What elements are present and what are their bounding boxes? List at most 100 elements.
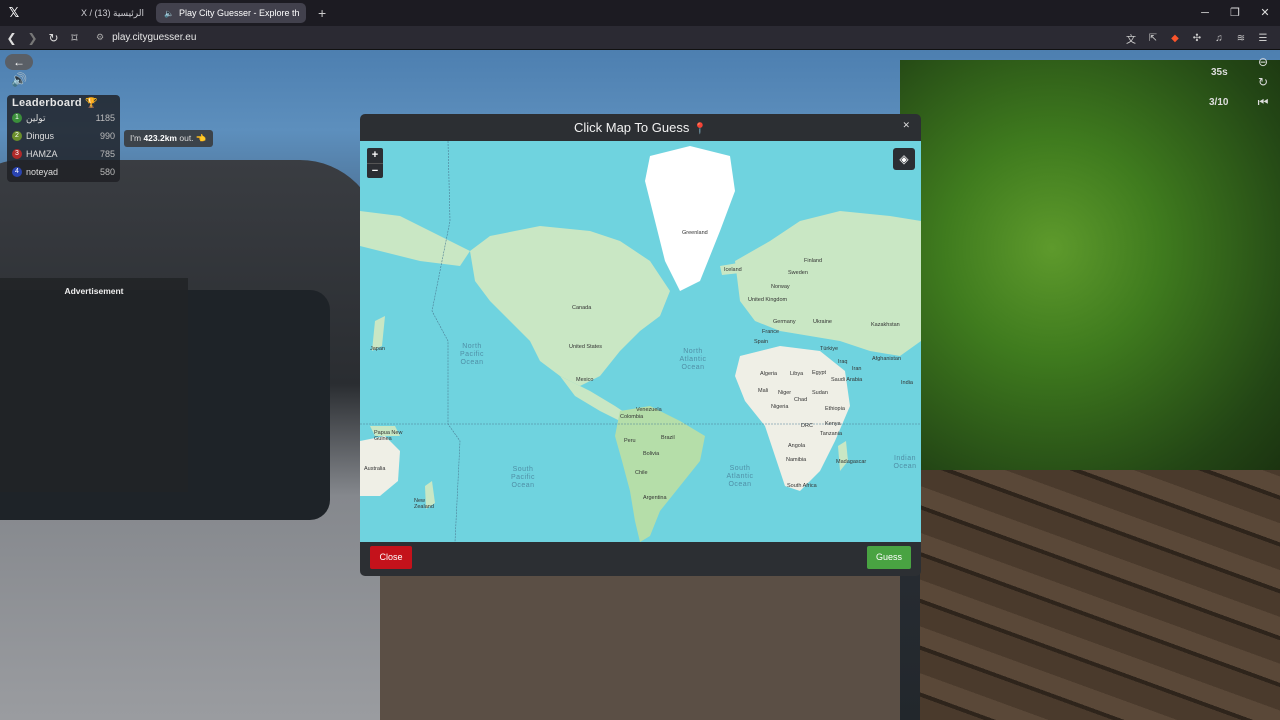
map-label: Nigeria [771, 404, 789, 410]
world-map[interactable]: + − ◈ Greenland Iceland Canada United St… [360, 141, 921, 542]
refresh-icon[interactable]: ↻ [1256, 75, 1270, 95]
exit-back-button[interactable]: ← [5, 54, 33, 70]
player-name: Dingus [26, 131, 55, 141]
map-label: Norway [771, 284, 790, 290]
tab-x-home[interactable]: X / الرئيسية (13) [28, 3, 152, 23]
player-name: HAMZA [26, 149, 58, 159]
music-icon[interactable]: ♫ [1208, 33, 1230, 44]
map-label: Sweden [788, 270, 808, 276]
map-label: Australia [364, 466, 386, 472]
map-label: Saudi Arabia [831, 377, 863, 383]
ocean-label: South Atlantic Ocean [726, 465, 754, 488]
modal-close-icon[interactable]: ✕ [902, 120, 910, 131]
map-label: Iran [852, 366, 862, 372]
map-label: France [762, 329, 780, 335]
leaderboard: Leaderboard 🏆 1 تولين 1185 2 Dingus 990 … [7, 95, 120, 182]
menu-icon[interactable]: ☰ [1252, 33, 1274, 44]
player-name: تولين [26, 112, 46, 123]
timer: 35s [1211, 67, 1228, 78]
stone-wall-image [920, 470, 1280, 720]
tab-label: Play City Guesser - Explore th [178, 8, 300, 18]
skip-back-icon[interactable]: ⏮ [1256, 95, 1270, 115]
tab-close-icon[interactable]: ✕ [300, 7, 307, 20]
modal-title: Click Map To Guess 📍 [574, 120, 707, 135]
map-label: Afghanistan [872, 356, 902, 362]
back-icon[interactable]: ❮ [2, 31, 21, 45]
map-label: United States [569, 344, 603, 350]
leaderboard-row: 4 noteyad 580 [12, 163, 115, 181]
close-button[interactable]: Close [370, 546, 412, 569]
reload-icon[interactable]: ↻ [44, 31, 63, 45]
map-label: Madagascar [836, 459, 867, 465]
player-score: 990 [99, 131, 115, 141]
toolbar-icons: 文 ⇱ ◆ ✣ ♫ ≋ ☰ [1120, 26, 1274, 50]
map-label: Bolivia [643, 451, 660, 457]
tab-city-guesser[interactable]: 🔈 Play City Guesser - Explore th ✕ [156, 3, 306, 23]
ocean-label: Indian Ocean [893, 455, 917, 470]
distance-tooltip: I'm 423.2km out. 👈 [124, 130, 213, 147]
map-label: Libya [790, 371, 804, 377]
tab-label: X / الرئيسية (13) [80, 7, 144, 18]
map-label: Argentina [643, 495, 667, 501]
zoom-in-button[interactable]: + [367, 148, 383, 163]
browser-tab-bar: 𝕏 X / الرئيسية (13) 🔈 Play City Guesser … [0, 0, 1280, 26]
layers-icon[interactable]: ◈ [893, 148, 915, 170]
rank-badge: 4 [12, 167, 22, 177]
map-label: India [901, 380, 913, 386]
map-label: Chile [635, 470, 648, 476]
speaker-icon: 🔈 [164, 8, 174, 18]
map-label: New Zealand [414, 498, 434, 510]
player-name: noteyad [26, 167, 59, 177]
distance-value: 423.2km [143, 133, 177, 143]
leaderboard-title: Leaderboard 🏆 [12, 97, 99, 109]
map-label: Greenland [682, 230, 708, 236]
map-label: Tanzania [820, 431, 843, 437]
ocean-label: North Pacific Ocean [459, 343, 485, 366]
brave-shield-icon[interactable]: ◆ [1164, 33, 1186, 44]
map-label: Sudan [812, 390, 828, 396]
map-label: Canada [572, 305, 592, 311]
map-landmasses [360, 141, 921, 542]
zoom-out-circle-icon[interactable]: ⊖ [1256, 55, 1270, 75]
player-score: 580 [99, 167, 115, 177]
map-label: Mali [758, 388, 769, 394]
advertisement-label: Advertisement [64, 286, 124, 296]
map-label: Angola [788, 443, 806, 449]
map-label: Türkiye [820, 346, 839, 352]
ocean-label: North Atlantic Ocean [679, 348, 707, 371]
map-label: Ethiopia [825, 406, 845, 412]
minimize-icon[interactable]: ─ [1190, 0, 1220, 26]
restore-icon[interactable]: ❐ [1220, 0, 1250, 26]
extensions-icon[interactable]: ✣ [1186, 33, 1208, 44]
road-image [380, 570, 900, 720]
map-label: DRC [801, 423, 813, 429]
zoom-out-button[interactable]: − [367, 163, 383, 178]
leaderboard-row: 1 تولين 1185 [12, 109, 115, 127]
trophy-icon: 🏆 [85, 98, 99, 109]
site-settings-icon[interactable]: ⚙ [96, 32, 104, 43]
player-score: 785 [99, 149, 115, 159]
bookmark-icon[interactable]: ⌑ [65, 31, 84, 45]
map-label: Mexico [576, 377, 594, 383]
volume-icon[interactable]: 🔊 [11, 72, 27, 88]
new-tab-button[interactable]: + [310, 5, 334, 21]
rank-badge: 2 [12, 131, 22, 141]
translate-icon[interactable]: 文 [1120, 31, 1142, 46]
rank-badge: 1 [12, 113, 22, 123]
map-pin-icon: 📍 [693, 123, 708, 135]
window-close-icon[interactable]: ✕ [1250, 0, 1280, 26]
map-label: South Africa [787, 483, 817, 489]
map-label: United Kingdom [748, 297, 788, 303]
url-field[interactable]: play.cityguesser.eu [112, 32, 196, 43]
vpn-icon[interactable]: ≋ [1230, 33, 1252, 44]
guess-button[interactable]: Guess [867, 546, 911, 569]
leaderboard-row: 3 HAMZA 785 [12, 145, 115, 163]
hedge-image [900, 60, 1280, 530]
map-label: Iraq [838, 359, 848, 365]
x-logo-icon: 𝕏 [8, 5, 20, 20]
map-label: Algeria [760, 371, 778, 377]
share-icon[interactable]: ⇱ [1142, 33, 1164, 44]
map-label: Venezuela [636, 407, 662, 413]
forward-icon[interactable]: ❯ [23, 31, 42, 45]
player-score: 1185 [95, 113, 115, 123]
